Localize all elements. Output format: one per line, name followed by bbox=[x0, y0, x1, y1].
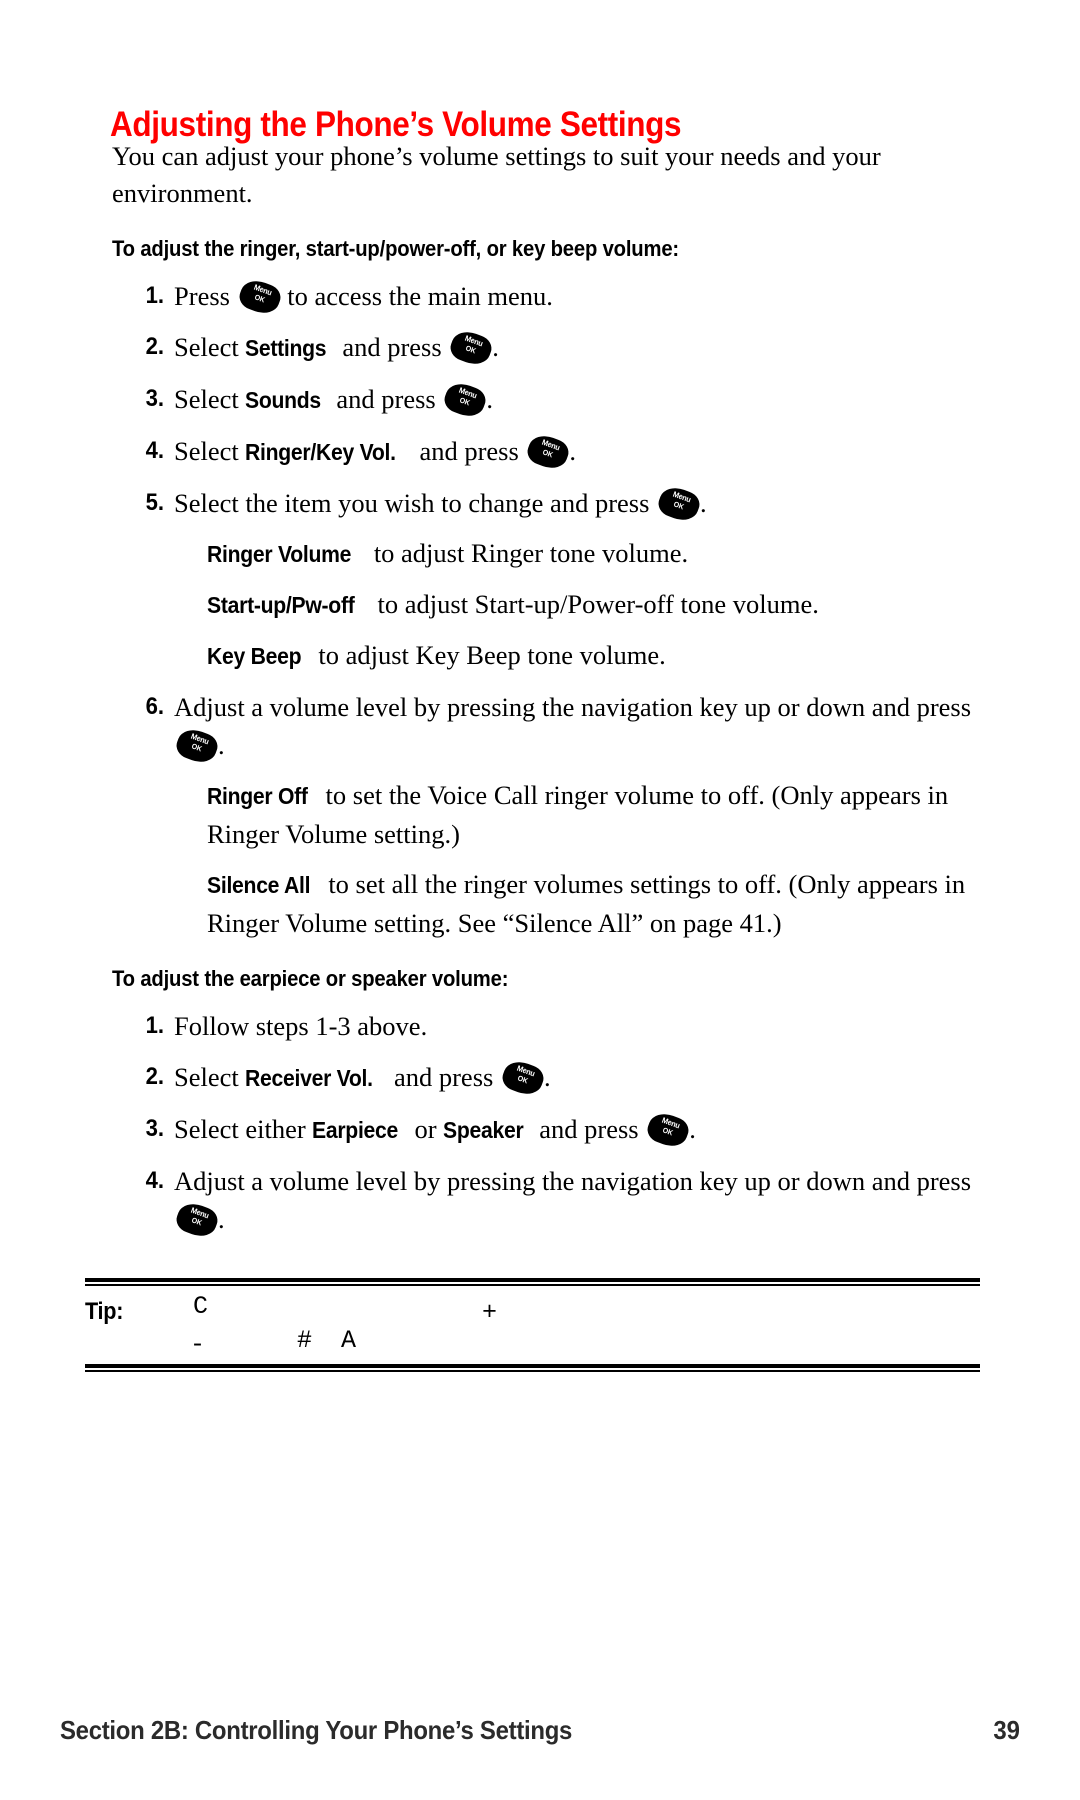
menu-ok-key-icon: Menu OK bbox=[441, 379, 490, 421]
inline-menu-label: Receiver Vol. bbox=[245, 1065, 374, 1091]
tip-character: - bbox=[190, 1330, 206, 1359]
inline-menu-label: Earpiece bbox=[312, 1117, 399, 1143]
tip-label: Tip: bbox=[85, 1298, 124, 1325]
menu-ok-key-icon: Menu OK bbox=[655, 483, 703, 525]
sub-item: Key Beep to adjust Key Beep tone volume. bbox=[112, 636, 977, 675]
footer-section-title: Section 2B: Controlling Your Phone’s Set… bbox=[60, 1715, 573, 1745]
sub-item: Start-up/Pw-off to adjust Start-up/Power… bbox=[112, 585, 977, 624]
step-number: 1. bbox=[145, 1012, 164, 1039]
tip-character: A bbox=[341, 1326, 357, 1355]
inline-menu-label: Speaker bbox=[443, 1117, 524, 1143]
menu-ok-key-shape bbox=[447, 327, 496, 369]
section-2-heading: To adjust the earpiece or speaker volume… bbox=[112, 966, 509, 991]
footer-page-number: 39 bbox=[993, 1715, 1020, 1745]
step-number: 6. bbox=[145, 693, 164, 720]
menu-ok-key-icon: Menu OK bbox=[173, 725, 221, 767]
step-number: 1. bbox=[145, 282, 164, 309]
section-2-steps: 1. Follow steps 1-3 above. 2. Select Receiv… bbox=[112, 1007, 974, 1241]
inline-menu-label: Settings bbox=[245, 335, 327, 361]
menu-ok-key-shape bbox=[173, 725, 221, 767]
document-page: Adjusting the Phone’s Volume Settings Yo… bbox=[0, 0, 1080, 1800]
intro-paragraph: You can adjust your phone’s volume setti… bbox=[112, 141, 881, 208]
page-footer: Section 2B: Controlling Your Phone’s Set… bbox=[60, 1715, 1020, 1755]
section-1-steps: 1. Press Menu OK to access the main menu. 2… bbox=[112, 276, 974, 942]
step-item: 4. Select Ringer/Key Vol. and press Menu O… bbox=[112, 431, 974, 473]
inline-menu-label: Silence All bbox=[207, 872, 311, 898]
menu-ok-key-shape bbox=[644, 1109, 693, 1151]
menu-ok-key-shape bbox=[441, 379, 490, 421]
step-number: 2. bbox=[145, 1063, 164, 1090]
step-number: 3. bbox=[145, 385, 164, 412]
menu-ok-key-shape bbox=[235, 276, 284, 318]
step-item: 6. Adjust a volume level by pressing the … bbox=[112, 688, 974, 767]
inline-menu-label: Ringer Off bbox=[207, 783, 308, 809]
inline-menu-label: Start-up/Pw-off bbox=[207, 592, 355, 618]
menu-ok-key-shape bbox=[524, 431, 573, 473]
inline-menu-label: Sounds bbox=[245, 387, 322, 413]
step-number: 4. bbox=[145, 1167, 164, 1194]
menu-ok-key-icon: Menu OK bbox=[499, 1057, 547, 1099]
step-item: 2. Select Settings and press Menu OK. bbox=[112, 327, 974, 369]
menu-ok-key-icon: Menu OK bbox=[524, 431, 573, 473]
menu-ok-key-icon: Menu OK bbox=[173, 1199, 221, 1241]
sub-item: Silence All to set all the ringer volume… bbox=[112, 865, 977, 942]
sub-item: Ringer Volume to adjust Ringer tone volu… bbox=[112, 534, 977, 573]
tip-character: + bbox=[482, 1298, 498, 1327]
tip-character: C bbox=[193, 1292, 209, 1321]
step-item: 2. Select Receiver Vol. and press Menu OK. bbox=[112, 1057, 974, 1099]
menu-ok-key-icon: Menu OK bbox=[235, 276, 284, 318]
menu-ok-key-icon: Menu OK bbox=[644, 1109, 693, 1151]
tip-box: Tip: C + - # A bbox=[85, 1278, 980, 1372]
step-item: 3. Select either Earpiece or Speaker and … bbox=[112, 1109, 974, 1151]
page-content: You can adjust your phone’s volume setti… bbox=[112, 138, 974, 1241]
menu-ok-key-shape bbox=[499, 1057, 547, 1099]
menu-ok-key-icon: Menu OK bbox=[447, 327, 496, 369]
step-number: 4. bbox=[145, 437, 164, 464]
step-item: 3. Select Sounds and press Menu OK. bbox=[112, 379, 974, 421]
sub-item: Ringer Off to set the Voice Call ringer … bbox=[112, 776, 977, 853]
section-1-heading: To adjust the ringer, start-up/power-off… bbox=[112, 236, 679, 261]
step-number: 2. bbox=[145, 333, 164, 360]
tip-rule-top bbox=[85, 1278, 980, 1286]
step-item: 4. Adjust a volume level by pressing the … bbox=[112, 1162, 974, 1241]
inline-menu-label: Key Beep bbox=[207, 643, 302, 669]
step-number: 5. bbox=[145, 489, 164, 516]
tip-character: # bbox=[297, 1326, 313, 1355]
inline-menu-label: Ringer Volume bbox=[207, 541, 352, 567]
tip-content: Tip: C + - # A bbox=[85, 1286, 980, 1364]
step-item: 1. Follow steps 1-3 above. bbox=[112, 1007, 974, 1045]
step-item: 5. Select the item you wish to change and… bbox=[112, 483, 974, 525]
menu-ok-key-shape bbox=[655, 483, 703, 525]
inline-menu-label: Ringer/Key Vol. bbox=[245, 439, 397, 465]
menu-ok-key-shape bbox=[173, 1199, 221, 1241]
tip-rule-bottom bbox=[85, 1364, 980, 1372]
step-number: 3. bbox=[145, 1115, 164, 1142]
step-item: 1. Press Menu OK to access the main menu. bbox=[112, 276, 974, 318]
